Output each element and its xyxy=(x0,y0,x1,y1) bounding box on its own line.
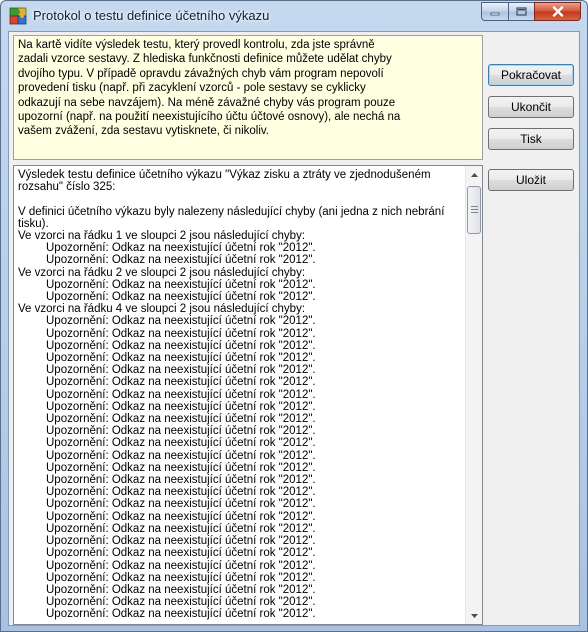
result-warning-line: Upozornění: Odkaz na neexistující účetní… xyxy=(46,437,316,450)
result-warning-line: Upozornění: Odkaz na neexistující účetní… xyxy=(46,376,316,389)
scroll-down-arrow-icon xyxy=(470,613,478,618)
result-warning-line: Upozornění: Odkaz na neexistující účetní… xyxy=(46,547,316,560)
minimize-button[interactable] xyxy=(481,2,508,21)
scroll-grip-line xyxy=(471,206,478,207)
test-result-textarea[interactable]: Výsledek testu definice účetního výkazu … xyxy=(13,165,483,625)
result-warning-line: Upozornění: Odkaz na neexistující účetní… xyxy=(46,596,316,609)
app-puzzle-icon xyxy=(9,7,27,25)
title-bar[interactable]: Protokol o testu definice účetního výkaz… xyxy=(1,1,587,31)
result-warning-line: Upozornění: Odkaz na neexistující účetní… xyxy=(46,535,316,548)
result-text-line: Ve vzorci na řádku 4 ve sloupci 2 jsou n… xyxy=(18,303,306,316)
result-warning-line: Upozornění: Odkaz na neexistující účetní… xyxy=(46,291,316,304)
result-text-line: Ve vzorci na řádku 2 ve sloupci 2 jsou n… xyxy=(18,266,306,279)
result-warning-line: Upozornění: Odkaz na neexistující účetní… xyxy=(46,498,316,511)
quit-button[interactable]: Ukončit xyxy=(488,96,574,118)
minimize-icon xyxy=(490,12,500,15)
maximize-button[interactable] xyxy=(508,2,534,21)
info-text-line: upozorní (např. na použití neexistujícíh… xyxy=(18,111,401,124)
result-warning-line: Upozornění: Odkaz na neexistující účetní… xyxy=(46,486,316,499)
result-warning-line: Upozornění: Odkaz na neexistující účetní… xyxy=(46,388,316,401)
result-warning-line: Upozornění: Odkaz na neexistující účetní… xyxy=(46,413,316,426)
scroll-grip-line xyxy=(471,209,478,210)
protocol-window: Protokol o testu definice účetního výkaz… xyxy=(0,0,588,632)
result-warning-line: Upozornění: Odkaz na neexistující účetní… xyxy=(46,559,316,572)
result-warning-line: Upozornění: Odkaz na neexistující účetní… xyxy=(46,474,316,487)
close-icon xyxy=(552,6,563,17)
result-warning-line: Upozornění: Odkaz na neexistující účetní… xyxy=(46,400,316,413)
info-text-line: provedení tisku (např. při zacyklení vzo… xyxy=(18,82,366,95)
result-warning-line: Upozornění: Odkaz na neexistující účetní… xyxy=(46,522,316,535)
save-button[interactable]: Uložit xyxy=(488,169,574,191)
result-text-line xyxy=(18,193,463,205)
result-warning-line: Upozornění: Odkaz na neexistující účetní… xyxy=(46,449,316,462)
window-title: Protokol o testu definice účetního výkaz… xyxy=(33,8,270,23)
result-text-line: Výsledek testu definice účetního výkazu … xyxy=(18,169,431,194)
scroll-thumb[interactable] xyxy=(467,186,481,234)
result-warning-line: Upozornění: Odkaz na neexistující účetní… xyxy=(46,583,316,596)
result-warning-line: Upozornění: Odkaz na neexistující účetní… xyxy=(46,461,316,474)
result-warning-line: Upozornění: Odkaz na neexistující účetní… xyxy=(46,425,316,438)
maximize-icon xyxy=(516,7,527,16)
result-warning-line: Upozornění: Odkaz na neexistující účetní… xyxy=(46,608,316,621)
scroll-grip-line xyxy=(471,212,478,213)
info-panel: Na kartě vidíte výsledek testu, který pr… xyxy=(13,35,483,160)
result-warning-line: Upozornění: Odkaz na neexistující účetní… xyxy=(46,364,316,377)
caption-buttons xyxy=(481,2,581,22)
result-warning-line: Upozornění: Odkaz na neexistující účetní… xyxy=(46,242,316,255)
result-warning-line: Upozornění: Odkaz na neexistující účetní… xyxy=(46,339,316,352)
result-warning-line: Upozornění: Odkaz na neexistující účetní… xyxy=(46,254,316,267)
result-text-line: Ve vzorci na řádku 1 ve sloupci 2 jsou n… xyxy=(18,230,306,243)
dialog-client-area: Na kartě vidíte výsledek testu, který pr… xyxy=(8,31,580,626)
info-text-line: vašem zvážení, zda sestavu vytisknete, č… xyxy=(18,125,269,138)
result-warning-line: Upozornění: Odkaz na neexistující účetní… xyxy=(46,510,316,523)
result-warning-line: Upozornění: Odkaz na neexistující účetní… xyxy=(46,571,316,584)
vertical-scrollbar[interactable] xyxy=(465,166,482,624)
info-text-line: Na kartě vidíte výsledek testu, který pr… xyxy=(18,39,375,51)
scroll-up-arrow-icon xyxy=(470,172,478,177)
scroll-down-button[interactable] xyxy=(466,607,482,624)
info-text-line: zadali vzorce sestavy. Z hlediska funkčn… xyxy=(18,53,392,66)
scroll-up-button[interactable] xyxy=(466,166,482,183)
result-warning-line: Upozornění: Odkaz na neexistující účetní… xyxy=(46,352,316,365)
test-result-text: Výsledek testu definice účetního výkazu … xyxy=(18,169,463,621)
result-warning-line: Upozornění: Odkaz na neexistující účetní… xyxy=(46,278,316,291)
result-warning-line: Upozornění: Odkaz na neexistující účetní… xyxy=(46,327,316,340)
close-button[interactable] xyxy=(534,2,581,21)
info-text-line: odkazují na sebe navzájem). Na méně záva… xyxy=(18,96,396,109)
info-text-line: dvojího typu. V případě opravdu závažnýc… xyxy=(18,67,384,80)
result-text-line: V definici účetního výkazu byly nalezeny… xyxy=(18,205,445,230)
result-warning-line: Upozornění: Odkaz na neexistující účetní… xyxy=(46,315,316,328)
print-button[interactable]: Tisk xyxy=(488,128,574,150)
continue-button[interactable]: Pokračovat xyxy=(488,64,574,86)
